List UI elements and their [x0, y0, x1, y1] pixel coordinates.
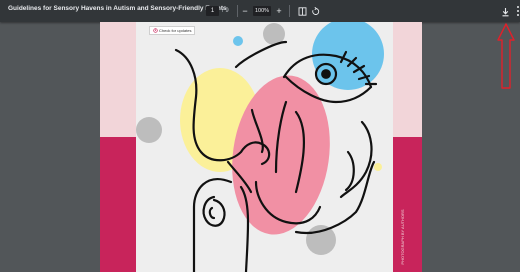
- download-button[interactable]: [500, 5, 511, 17]
- zoom-out-button[interactable]: −: [239, 5, 251, 17]
- update-icon: [153, 28, 158, 33]
- fit-to-page-button[interactable]: [296, 5, 308, 17]
- page-number-input[interactable]: 1: [206, 6, 219, 16]
- side-credit-text: PHOTOGRAPH BY AUTHORS: [400, 209, 405, 265]
- up-arrow-annotation: [497, 23, 515, 89]
- rotate-icon: [311, 6, 319, 15]
- check-for-updates-badge[interactable]: Check for updates: [149, 26, 196, 35]
- toolbar-divider: [289, 5, 290, 17]
- side-credit: PHOTOGRAPH BY AUTHORS: [400, 209, 405, 265]
- rotate-button[interactable]: [309, 5, 321, 17]
- check-for-updates-label: Check for updates: [159, 28, 192, 33]
- toolbar-divider: [237, 5, 238, 17]
- pdf-toolbar: Guidelines for Sensory Havens in Autism …: [0, 0, 520, 22]
- cover-artwork: Check for updates: [136, 22, 393, 272]
- zoom-level-input[interactable]: 100%: [253, 6, 271, 16]
- page-total: 9: [225, 8, 229, 14]
- pdf-page: Check for updates PHOTOGRAPH BY AUTHORS: [100, 22, 422, 272]
- zoom-in-button[interactable]: +: [273, 5, 285, 17]
- line-art-illustration: [136, 22, 384, 272]
- small-blue-dot: [233, 36, 243, 46]
- yellow-dot: [374, 163, 382, 171]
- gray-circle-left: [136, 117, 162, 143]
- more-actions-button[interactable]: [515, 4, 520, 18]
- page-separator: /: [222, 8, 224, 14]
- document-title: Guidelines for Sensory Havens in Autism …: [8, 5, 227, 12]
- page-count: / 9: [222, 6, 229, 16]
- fit-to-page-icon: [298, 6, 306, 16]
- more-vertical-icon: [517, 6, 519, 16]
- download-icon: [502, 8, 509, 17]
- gray-circle-bottom: [306, 225, 336, 255]
